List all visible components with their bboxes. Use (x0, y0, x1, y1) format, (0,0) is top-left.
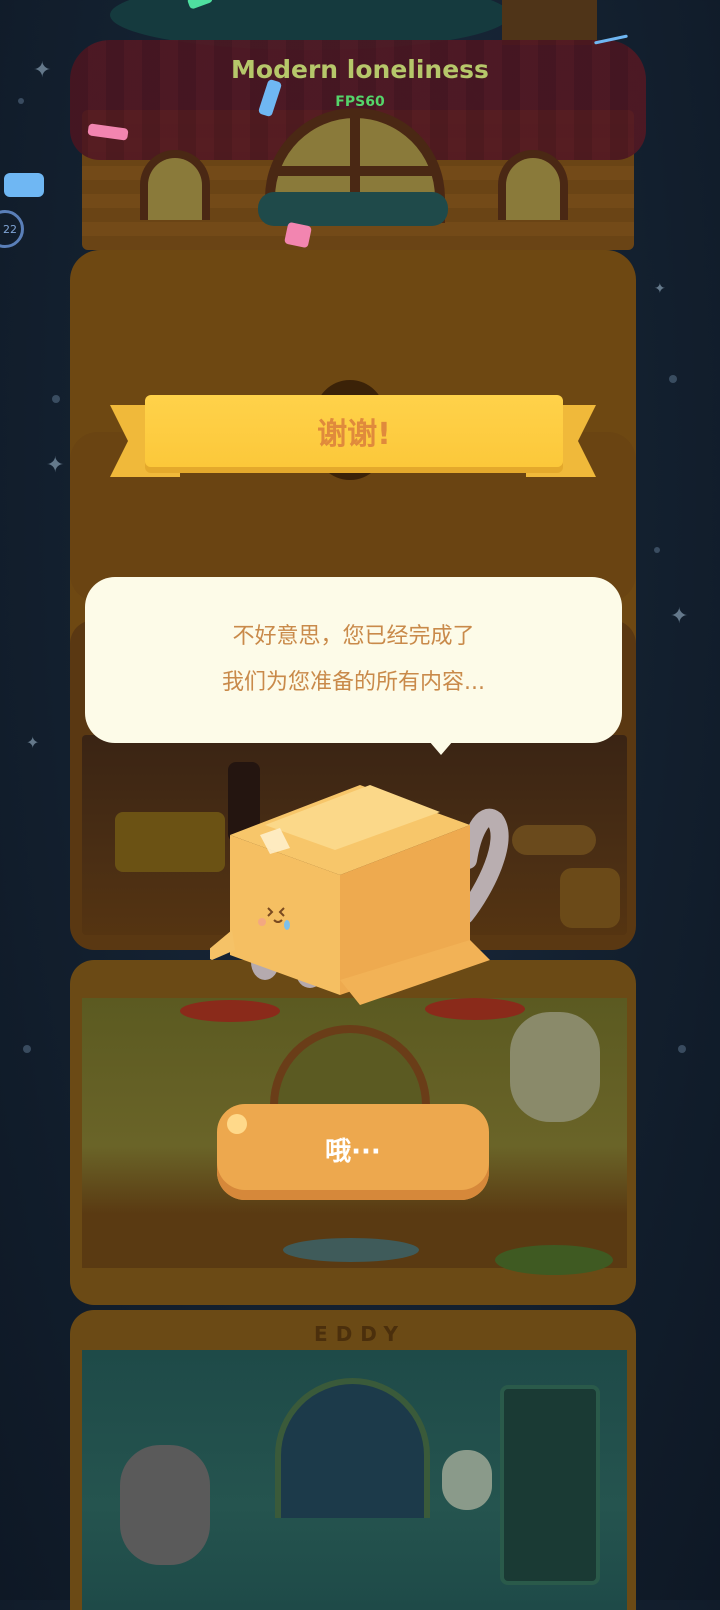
dialog-line-2: 我们为您准备的所有内容... (222, 670, 485, 695)
level-title: Modern loneliness (231, 55, 489, 84)
confirm-button-label: 哦··· (325, 1136, 381, 1167)
attic-window-left (140, 150, 210, 220)
rug (283, 1238, 419, 1262)
sparkle-icon: ✦ (670, 604, 689, 629)
fps-counter: FPS60 (335, 94, 385, 110)
confetti (283, 221, 313, 249)
cat-with-hat (510, 1012, 600, 1122)
dialog-line-1: 不好意思，您已经完成了 (232, 624, 475, 649)
star-dot (23, 1045, 31, 1053)
thanks-banner: 谢谢! (145, 395, 563, 467)
sparkle-icon: ✦ (654, 281, 666, 297)
level-badge-number: 22 (3, 222, 17, 236)
sparkle-icon: ✦ (26, 733, 40, 752)
white-cat (442, 1450, 492, 1510)
window-plants (258, 192, 448, 226)
gentleman-cat (120, 1445, 210, 1565)
level-badge[interactable]: 22 (0, 210, 24, 248)
star-dot (52, 395, 60, 403)
banner-text: 谢谢! (317, 417, 391, 452)
button-shine (227, 1114, 247, 1134)
round-table (512, 825, 596, 855)
green-mat (495, 1245, 613, 1275)
room-sign: EDDY (314, 1322, 406, 1346)
sparkle-icon: ✦ (46, 453, 65, 478)
star-dot (669, 375, 677, 383)
attic-window-right (498, 150, 568, 220)
star-dot (654, 547, 660, 553)
side-menu-tab[interactable] (4, 173, 44, 197)
drum (560, 868, 620, 928)
speech-bubble: 不好意思，您已经完成了 我们为您准备的所有内容... (85, 577, 622, 755)
cat-in-cardboard-box-icon (202, 780, 510, 1020)
star-dot (678, 1045, 686, 1053)
chimney (502, 0, 597, 45)
armchair (115, 812, 225, 872)
confirm-button[interactable]: 哦··· (217, 1104, 489, 1200)
cabinet (500, 1385, 600, 1585)
